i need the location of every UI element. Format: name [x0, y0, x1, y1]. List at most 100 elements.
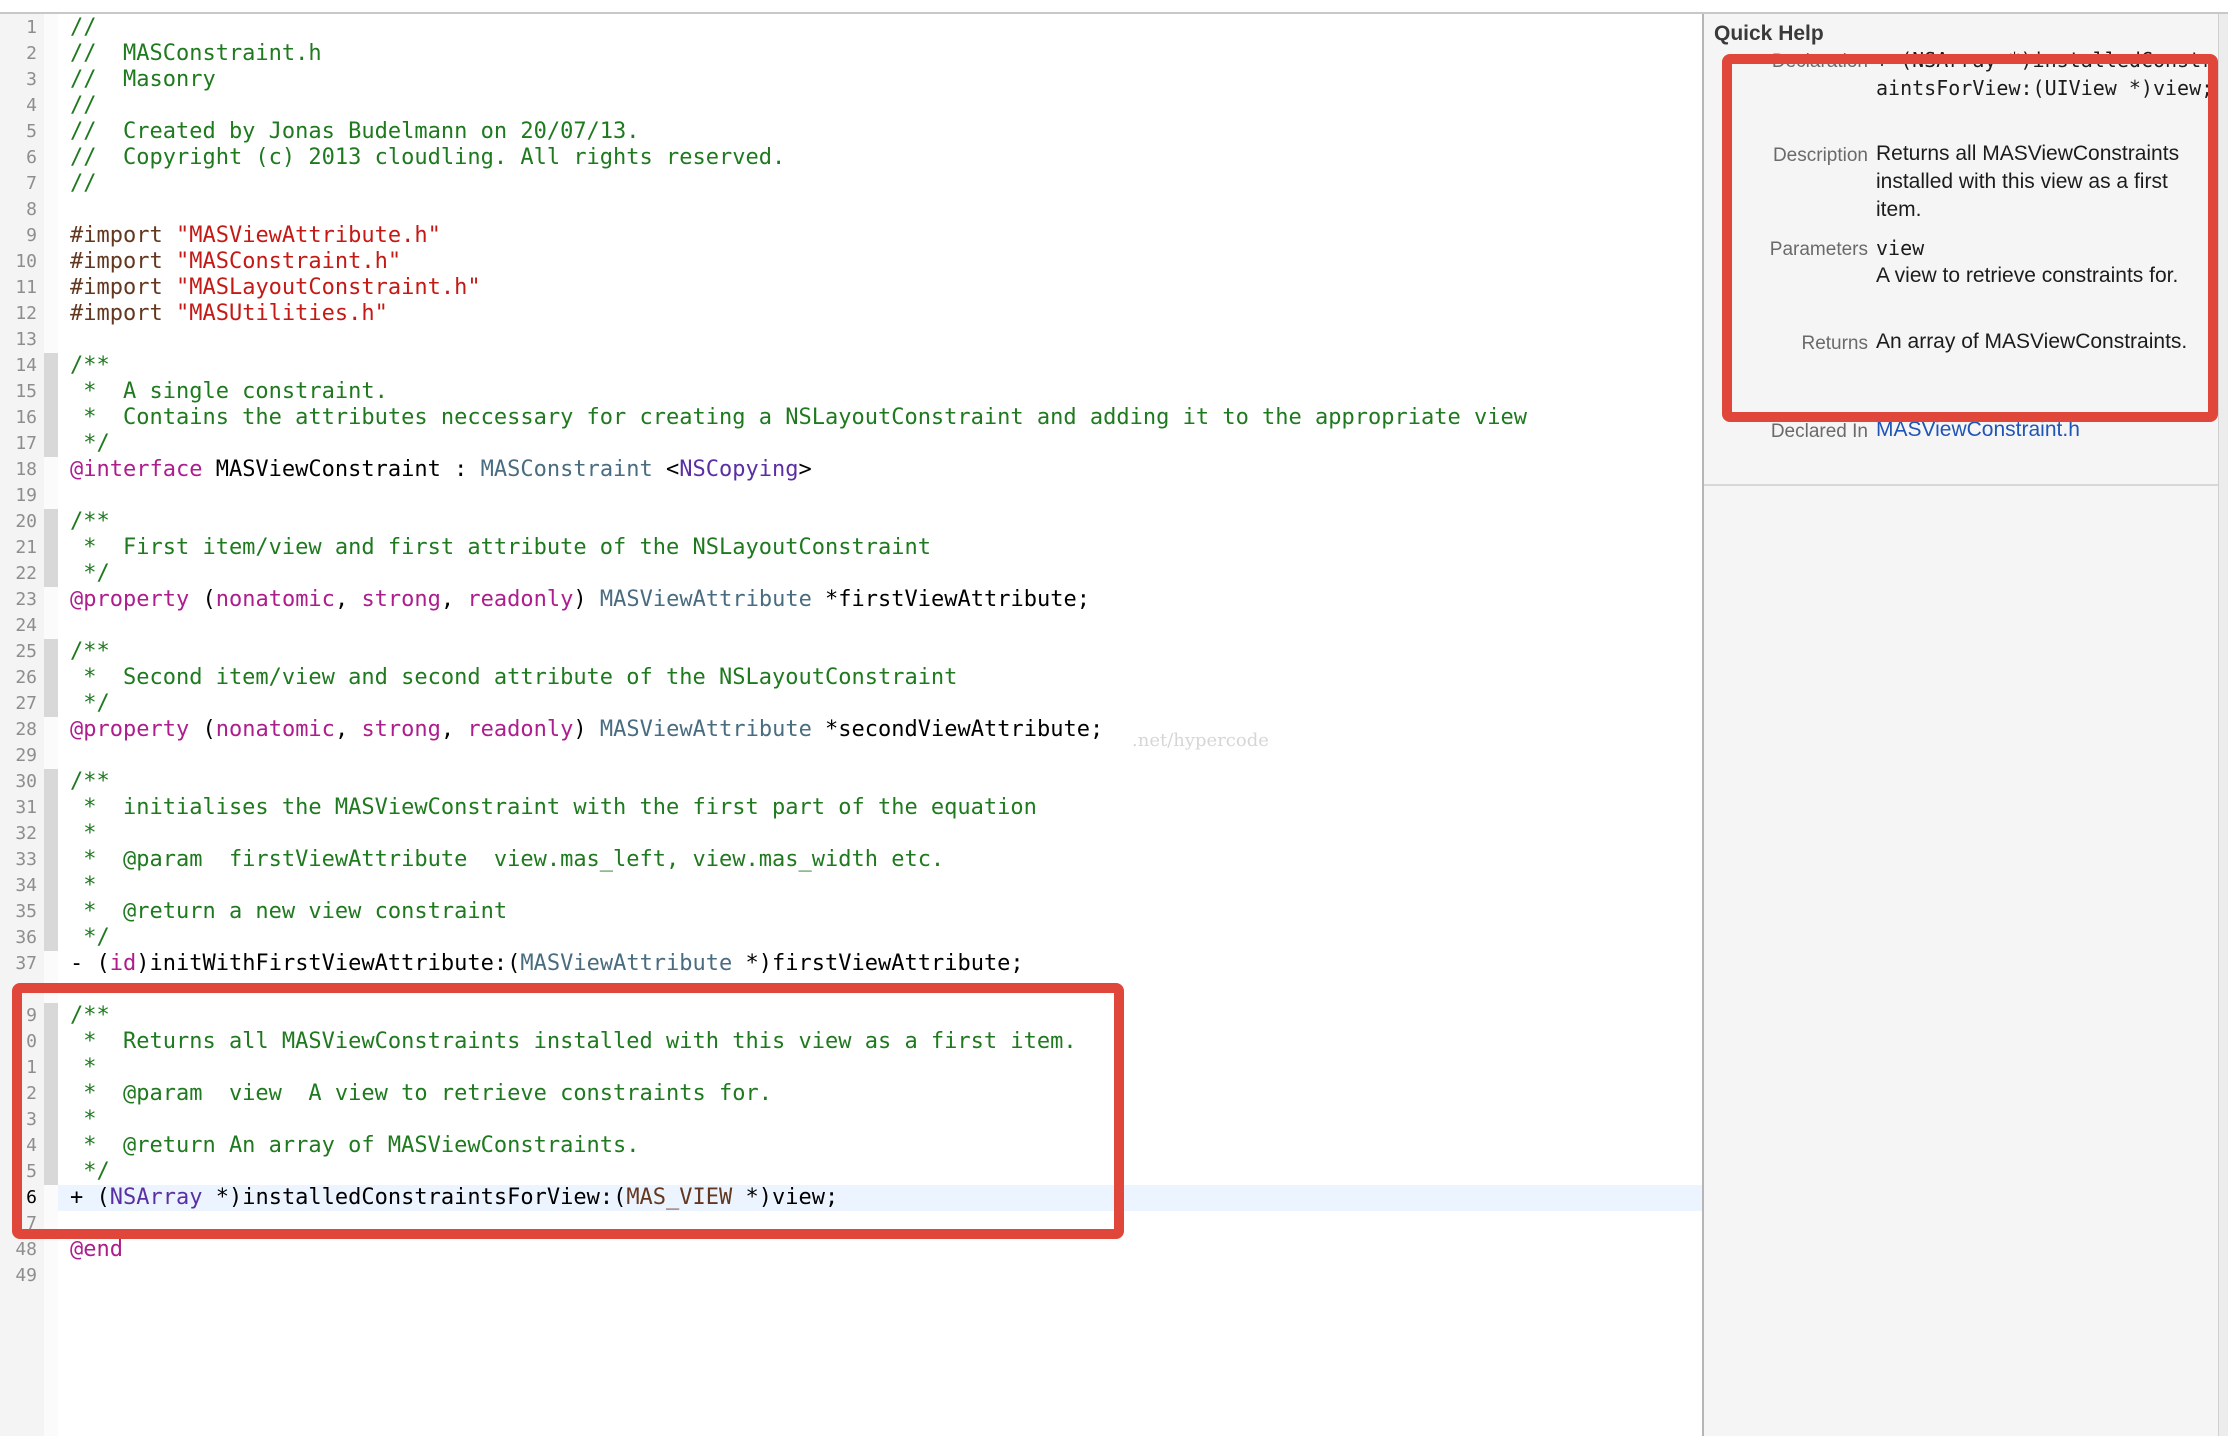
code-line[interactable]: //: [70, 15, 97, 41]
line-number: 36: [15, 927, 37, 948]
code-line[interactable]: #import "MASViewAttribute.h": [70, 223, 441, 249]
returns-label: Returns: [1801, 333, 1868, 354]
code-line[interactable]: /**: [70, 639, 110, 665]
fold-marker[interactable]: [44, 639, 58, 717]
code-line[interactable]: @property (nonatomic, strong, readonly) …: [70, 717, 1103, 743]
fold-marker[interactable]: [44, 353, 58, 457]
line-number: 6: [26, 147, 37, 168]
code-token: * @param firstViewAttribute view.mas_lef…: [70, 847, 945, 872]
code-line[interactable]: */: [70, 925, 110, 951]
code-line[interactable]: // MASConstraint.h: [70, 41, 322, 67]
line-number: 8: [26, 199, 37, 220]
line-number: 22: [15, 563, 37, 584]
line-number: 31: [15, 797, 37, 818]
line-number: 33: [15, 849, 37, 870]
line-number: 1: [26, 1057, 37, 1078]
code-line[interactable]: //: [70, 171, 97, 197]
line-number: 3: [26, 1109, 37, 1130]
code-folding-ribbon[interactable]: [44, 14, 58, 1436]
code-token: /**: [70, 639, 110, 664]
code-token: // MASConstraint.h: [70, 41, 322, 66]
code-line[interactable]: *: [70, 873, 96, 899]
code-line[interactable]: - (id)initWithFirstViewAttribute:(MASVie…: [70, 951, 1024, 977]
code-line[interactable]: */: [70, 431, 110, 457]
code-token: )initWithFirstViewAttribute:(: [136, 951, 521, 976]
code-line[interactable]: * @param view A view to retrieve constra…: [70, 1081, 772, 1107]
code-line[interactable]: * @return a new view constraint: [70, 899, 507, 925]
code-line[interactable]: */: [70, 1159, 110, 1185]
code-line[interactable]: + (NSArray *)installedConstraintsForView…: [70, 1185, 838, 1211]
code-token: ,: [440, 717, 468, 742]
code-token: ,: [440, 587, 468, 612]
code-token: *)view;: [732, 1185, 839, 1210]
code-line[interactable]: #import "MASUtilities.h": [70, 301, 388, 327]
code-line[interactable]: * @param firstViewAttribute view.mas_lef…: [70, 847, 944, 873]
line-number: 13: [15, 329, 37, 350]
fold-marker[interactable]: [44, 509, 58, 587]
code-line[interactable]: * Second item/view and second attribute …: [70, 665, 957, 691]
code-line[interactable]: @property (nonatomic, strong, readonly) …: [70, 587, 1090, 613]
line-number: 27: [15, 693, 37, 714]
code-line[interactable]: * Contains the attributes neccessary for…: [70, 405, 1527, 431]
code-token: * initialises the MASViewConstraint with…: [70, 795, 1037, 820]
code-line[interactable]: // Masonry: [70, 67, 216, 93]
code-line[interactable]: #import "MASConstraint.h": [70, 249, 401, 275]
code-line[interactable]: *: [70, 1055, 96, 1081]
code-line[interactable]: // Created by Jonas Budelmann on 20/07/1…: [70, 119, 640, 145]
line-number: 48: [15, 1239, 37, 1260]
line-number: 14: [15, 355, 37, 376]
watermark-text: .net/hypercode: [1132, 730, 1269, 751]
code-line[interactable]: * Returns all MASViewConstraints install…: [70, 1029, 1077, 1055]
window-top-edge: [0, 0, 2228, 14]
line-number: 2: [26, 43, 37, 64]
code-token: */: [70, 561, 110, 586]
declared-in-link[interactable]: MASViewConstraint.h: [1876, 416, 2216, 444]
inspector-scroll-edge[interactable]: [2218, 14, 2228, 1436]
code-line[interactable]: *: [70, 1107, 96, 1133]
code-line[interactable]: #import "MASLayoutConstraint.h": [70, 275, 481, 301]
code-line[interactable]: *: [70, 821, 96, 847]
code-line[interactable]: * initialises the MASViewConstraint with…: [70, 795, 1037, 821]
code-line[interactable]: * First item/view and first attribute of…: [70, 535, 931, 561]
code-line[interactable]: @interface MASViewConstraint : MASConstr…: [70, 457, 812, 483]
code-line[interactable]: * A single constraint.: [70, 379, 388, 405]
fold-marker[interactable]: [44, 769, 58, 951]
code-line[interactable]: @end: [70, 1237, 123, 1263]
code-token: @property: [70, 717, 190, 742]
code-line[interactable]: /**: [70, 769, 110, 795]
line-number: 1: [26, 17, 37, 38]
code-line[interactable]: */: [70, 561, 110, 587]
declaration-label: Declaration: [1771, 51, 1868, 72]
code-line[interactable]: /**: [70, 509, 110, 535]
code-token: readonly: [467, 587, 574, 612]
line-number: 21: [15, 537, 37, 558]
code-line[interactable]: /**: [70, 353, 110, 379]
code-line[interactable]: */: [70, 691, 110, 717]
code-token: MASViewAttribute: [599, 717, 812, 742]
line-number: 5: [26, 121, 37, 142]
code-token: * Returns all MASViewConstraints install…: [70, 1029, 1077, 1054]
line-number: 15: [15, 381, 37, 402]
line-number-gutter[interactable]: 1 2 3 4 5 6 7 8 9 10 11 12 13 14 15 16 17 18 19 20 21 22 23 24 2…: [0, 14, 45, 1436]
fold-marker[interactable]: [44, 1003, 58, 1185]
code-token: MASViewConstraint :: [202, 457, 481, 482]
code-line[interactable]: * @return An array of MASViewConstraints…: [70, 1133, 639, 1159]
declaration-value: + (NSArray *)installedConstraintsForView…: [1876, 48, 2214, 100]
line-number: 0: [26, 1031, 37, 1052]
line-number: 25: [15, 641, 37, 662]
code-line[interactable]: //: [70, 93, 97, 119]
code-token: NSArray: [109, 1185, 203, 1210]
line-number: 35: [15, 901, 37, 922]
line-number: 11: [15, 277, 37, 298]
code-line[interactable]: // Copyright (c) 2013 cloudling. All rig…: [70, 145, 785, 171]
line-number: 2: [26, 1083, 37, 1104]
code-token: */: [70, 691, 110, 716]
code-token: MAS_VIEW: [626, 1185, 733, 1210]
source-editor[interactable]: 1 2 3 4 5 6 7 8 9 10 11 12 13 14 15 16 17 18 19 20 21 22 23 24 2…: [0, 14, 1702, 1436]
line-number: 34: [15, 875, 37, 896]
code-token: *)firstViewAttribute;: [732, 951, 1024, 976]
code-token: MASViewAttribute: [599, 587, 812, 612]
code-line[interactable]: /**: [70, 1003, 110, 1029]
quick-help-inspector: Quick Help Declaration + (NSArray *)inst…: [1704, 14, 2228, 1436]
code-token: ,: [334, 717, 362, 742]
